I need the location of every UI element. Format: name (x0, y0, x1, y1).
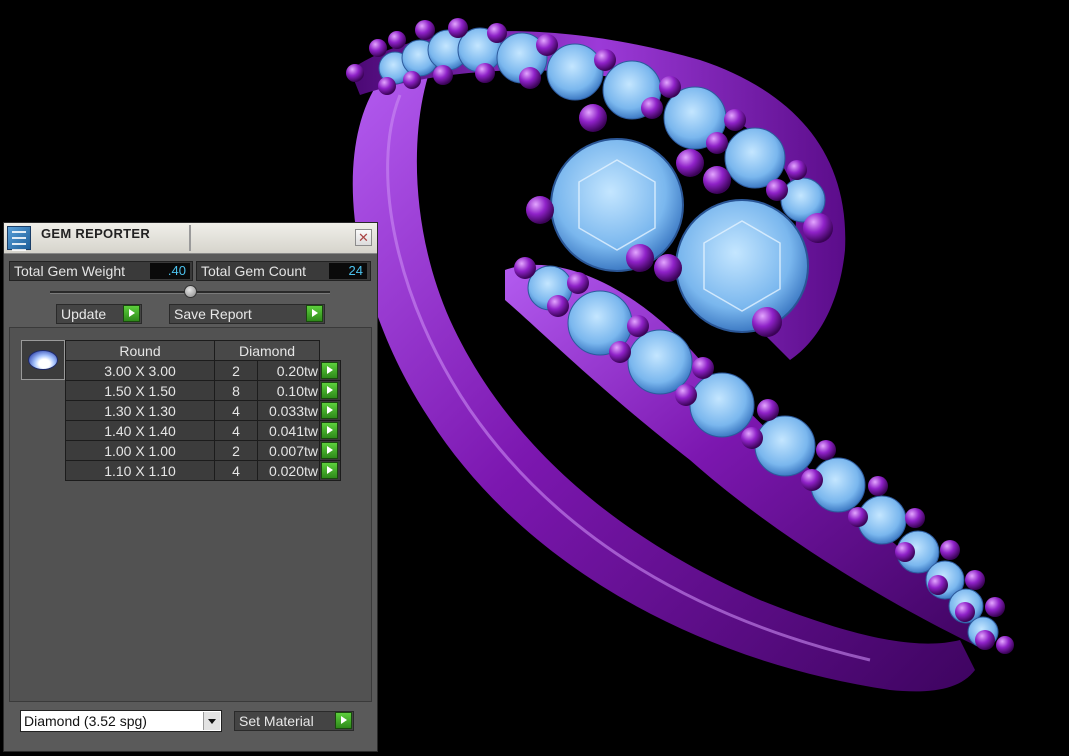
header-material: Diamond (214, 340, 320, 361)
update-button-label: Update (61, 306, 107, 322)
gem-shape-thumbnail[interactable] (21, 340, 65, 380)
total-gem-count-field: Total Gem Count 24 (196, 261, 371, 281)
title-bar[interactable]: GEM REPORTER ✕ (4, 223, 377, 254)
window-title: GEM REPORTER (41, 225, 191, 251)
gem-count-cell: 8 (214, 380, 258, 401)
table-row[interactable]: 1.30 X 1.30 4 0.033tw (65, 400, 341, 421)
gem-count-cell: 4 (214, 400, 258, 421)
gem-size-cell: 1.00 X 1.00 (65, 440, 215, 461)
gem-size-cell: 1.40 X 1.40 (65, 420, 215, 441)
total-gem-count-label: Total Gem Count (201, 263, 307, 279)
gem-size-cell: 1.30 X 1.30 (65, 400, 215, 421)
table-row[interactable]: 1.50 X 1.50 8 0.10tw (65, 380, 341, 401)
table-row[interactable]: 1.00 X 1.00 2 0.007tw (65, 440, 341, 461)
oval-gem-icon (28, 350, 58, 370)
gem-size-cell: 1.50 X 1.50 (65, 380, 215, 401)
play-arrow-icon[interactable] (306, 305, 323, 322)
row-action-cell (319, 380, 341, 401)
gem-weight-cell: 0.007tw (257, 440, 320, 461)
save-report-button-label: Save Report (174, 306, 252, 322)
header-shape: Round (65, 340, 215, 361)
material-dropdown[interactable]: Diamond (3.52 spg) (20, 710, 222, 732)
close-button[interactable]: ✕ (355, 229, 372, 246)
gem-count-cell: 4 (214, 420, 258, 441)
gem-reporter-panel: GEM REPORTER ✕ Total Gem Weight .40 Tota… (3, 222, 378, 752)
gem-weight-cell: 0.20tw (257, 360, 320, 381)
set-material-button-label: Set Material (239, 713, 314, 729)
play-arrow-icon[interactable] (335, 712, 352, 729)
gem-table-body: 3.00 X 3.00 2 0.20tw 1.50 X 1.50 8 0.10tw 1.30… (65, 360, 341, 481)
gem-count-cell: 2 (214, 360, 258, 381)
gem-report-area: Round Diamond 3.00 X 3.00 2 0.20tw 1.50 X 1… (9, 327, 372, 702)
row-action-cell (319, 400, 341, 421)
gem-count-cell: 4 (214, 460, 258, 481)
table-row[interactable]: 1.40 X 1.40 4 0.041tw (65, 420, 341, 441)
play-arrow-icon[interactable] (321, 382, 338, 399)
row-action-cell (319, 420, 341, 441)
ring-model (346, 18, 1014, 692)
gem-weight-cell: 0.033tw (257, 400, 320, 421)
total-gem-weight-label: Total Gem Weight (14, 263, 126, 279)
gem-weight-cell: 0.020tw (257, 460, 320, 481)
update-button[interactable]: Update (56, 304, 142, 324)
row-action-cell (319, 440, 341, 461)
total-gem-count-value: 24 (329, 263, 367, 279)
play-arrow-icon[interactable] (321, 462, 338, 479)
material-dropdown-value: Diamond (3.52 spg) (24, 713, 147, 729)
save-report-button[interactable]: Save Report (169, 304, 325, 324)
gem-reporter-icon (7, 226, 31, 251)
row-action-cell (319, 460, 341, 481)
set-material-button[interactable]: Set Material (234, 711, 354, 731)
total-gem-weight-value: .40 (150, 263, 190, 279)
play-arrow-icon[interactable] (321, 442, 338, 459)
gem-table: Round Diamond 3.00 X 3.00 2 0.20tw 1.50 X 1… (65, 340, 341, 481)
play-arrow-icon[interactable] (123, 305, 140, 322)
row-action-cell (319, 360, 341, 381)
total-gem-weight-field: Total Gem Weight .40 (9, 261, 193, 281)
table-row[interactable]: 3.00 X 3.00 2 0.20tw (65, 360, 341, 381)
gem-weight-cell: 0.10tw (257, 380, 320, 401)
play-arrow-icon[interactable] (321, 422, 338, 439)
table-header-row: Round Diamond (65, 340, 341, 361)
play-arrow-icon[interactable] (321, 362, 338, 379)
gem-size-cell: 3.00 X 3.00 (65, 360, 215, 381)
chevron-down-icon[interactable] (203, 712, 220, 730)
gem-weight-cell: 0.041tw (257, 420, 320, 441)
slider-handle[interactable] (184, 285, 197, 298)
gem-size-cell: 1.10 X 1.10 (65, 460, 215, 481)
table-row[interactable]: 1.10 X 1.10 4 0.020tw (65, 460, 341, 481)
play-arrow-icon[interactable] (321, 402, 338, 419)
gem-count-cell: 2 (214, 440, 258, 461)
